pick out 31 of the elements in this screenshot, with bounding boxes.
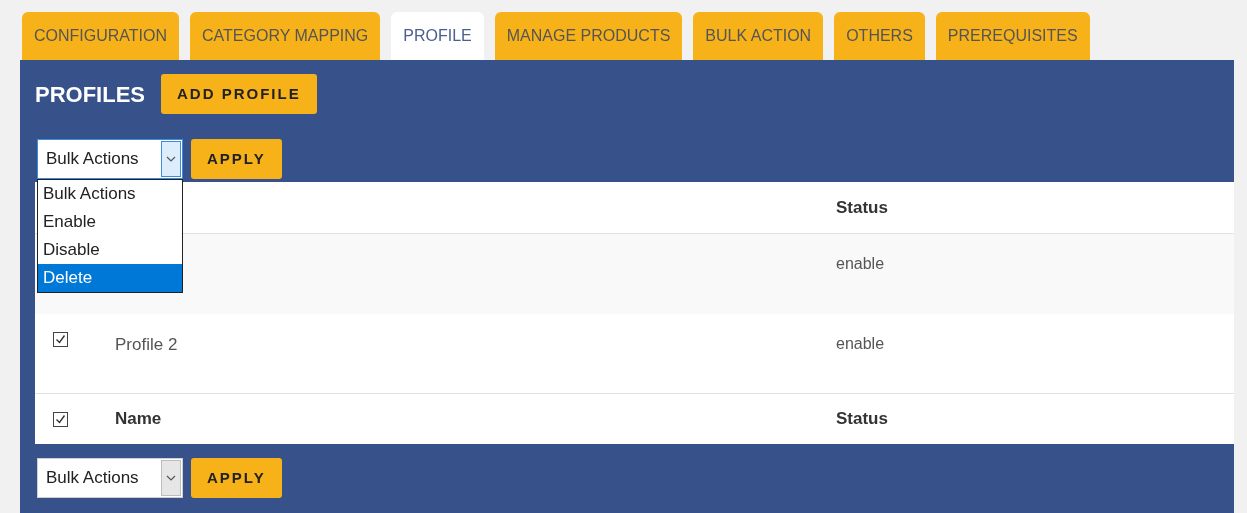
chevron-down-icon	[166, 156, 176, 162]
tab[interactable]: PROFILE	[391, 12, 484, 60]
bulk-actions-select[interactable]: Bulk Actions	[37, 139, 183, 179]
column-header: Name	[115, 408, 163, 431]
dropdown-option[interactable]: Bulk Actions	[38, 180, 182, 208]
add-profile-button[interactable]: ADD PROFILE	[161, 74, 317, 114]
tab[interactable]: BULK ACTION	[693, 12, 824, 60]
chevron-down-icon	[166, 475, 176, 481]
checkbox[interactable]	[53, 332, 68, 347]
tab[interactable]: OTHERS	[834, 12, 925, 60]
table-cell-text: enable	[836, 334, 885, 354]
page-title: PROFILES	[35, 80, 145, 109]
bulk-actions-select[interactable]: Bulk Actions	[37, 458, 183, 498]
table-cell: Profile 2	[115, 335, 178, 354]
apply-button[interactable]: APPLY	[191, 458, 282, 498]
check-icon	[55, 413, 66, 425]
table-cell-text: enable	[836, 254, 885, 274]
column-header: Status	[836, 196, 888, 219]
checkbox[interactable]	[53, 411, 68, 427]
column-header: Status	[836, 408, 888, 431]
dropdown-option[interactable]: Enable	[38, 208, 182, 236]
apply-button[interactable]: APPLY	[191, 139, 282, 179]
dropdown-option[interactable]: Disable	[38, 236, 182, 264]
dropdown-option[interactable]: Delete	[38, 264, 182, 292]
tab[interactable]: CONFIGURATION	[22, 12, 180, 60]
tab[interactable]: PREREQUISITES	[935, 12, 1090, 60]
select-value: Bulk Actions	[45, 148, 139, 171]
select-value: Bulk Actions	[45, 467, 139, 490]
tab[interactable]: MANAGE PRODUCTS	[494, 12, 683, 60]
check-icon	[55, 334, 66, 345]
tab[interactable]: CATEGORY MAPPING	[190, 12, 381, 60]
